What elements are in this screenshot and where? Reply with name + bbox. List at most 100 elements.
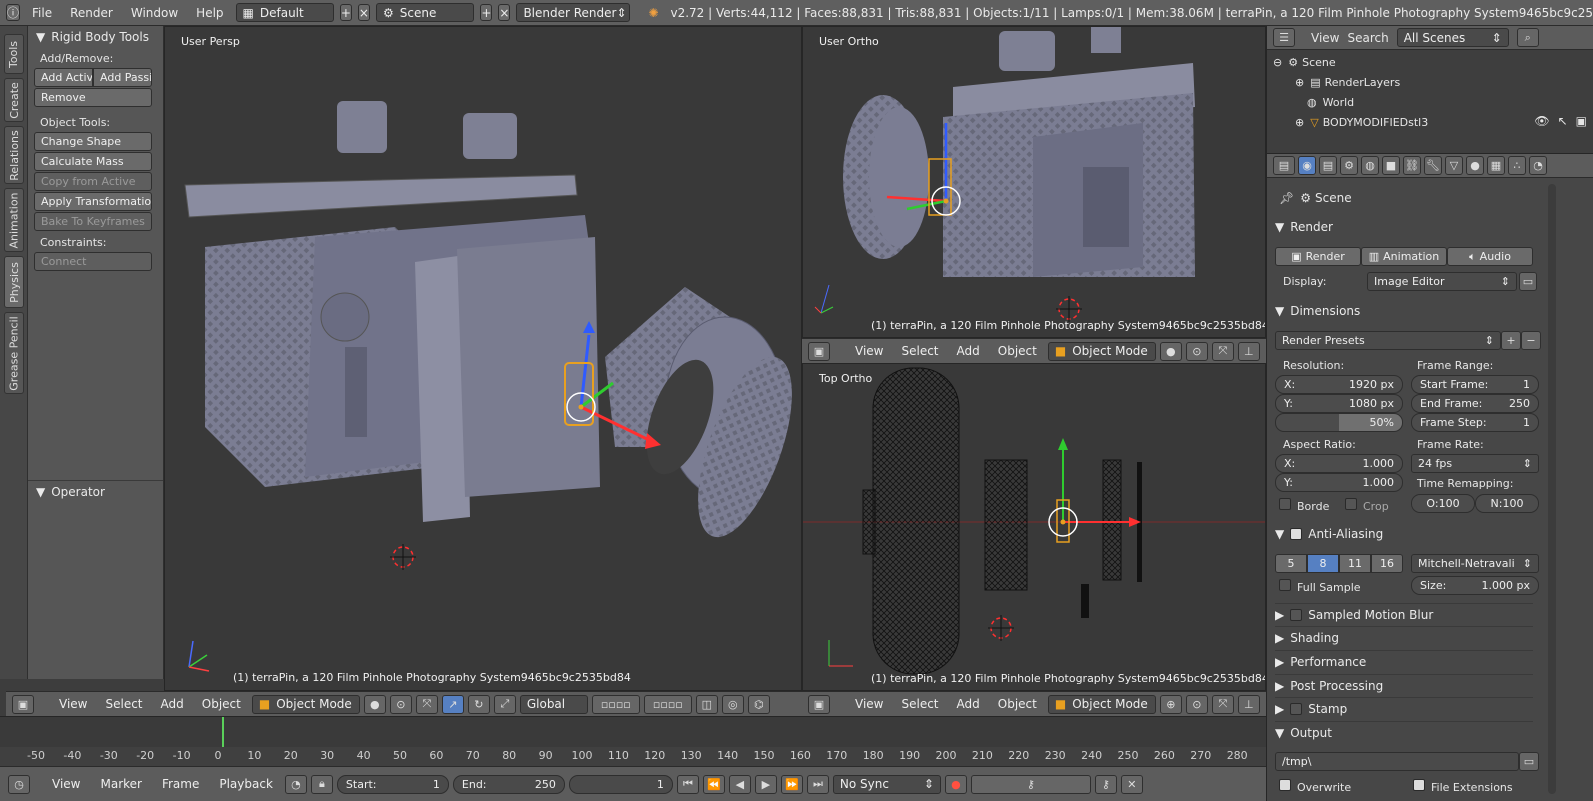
render-layers-tab-icon[interactable]: ▤ (1319, 156, 1337, 175)
end-frame-field[interactable]: End Frame: 250 (1411, 394, 1539, 413)
keying-set-icon[interactable]: ⚷ (970, 774, 1091, 794)
outliner-item-renderlayers[interactable]: ⊕ ▤ RenderLayers (1295, 72, 1585, 92)
menu-object[interactable]: Object (991, 344, 1044, 358)
jump-start-icon[interactable]: ⏮ (676, 774, 699, 794)
filter-size-field[interactable]: Size: 1.000 px (1411, 576, 1539, 595)
layout-selector[interactable]: ▦ Default (235, 3, 334, 22)
render-panel-header[interactable]: ▼ Render (1275, 216, 1533, 238)
visibility-eye-icon[interactable]: 👁︎ (1534, 114, 1549, 128)
layers-icon-2[interactable]: ▫▫▫▫ (643, 694, 692, 714)
insert-keyframe-icon[interactable]: ⚷ (1094, 774, 1117, 794)
record-icon[interactable]: ● (944, 774, 967, 794)
renderable-camera-icon[interactable]: ▣ (1576, 114, 1587, 128)
output-path-field[interactable]: /tmp\ (1275, 752, 1519, 771)
shading-icon[interactable]: ● (1159, 341, 1182, 361)
performance-panel-header[interactable]: ▶ Performance (1275, 650, 1533, 672)
remap-old-field[interactable]: O:100 (1411, 494, 1475, 513)
aa-samples-5[interactable]: 5 (1275, 554, 1307, 573)
info-editor-icon[interactable]: ⓘ (6, 4, 21, 21)
aa-samples-16[interactable]: 16 (1371, 554, 1403, 573)
resolution-y-field[interactable]: Y: 1080 px (1275, 394, 1403, 413)
scale-icon[interactable]: ⤢ (493, 694, 516, 714)
frame-step-field[interactable]: Frame Step: 1 (1411, 413, 1539, 432)
sync-selector[interactable]: No Sync ⇕ (832, 774, 941, 794)
menu-frame[interactable]: Frame (154, 777, 207, 791)
remove-scene-icon[interactable]: × (498, 4, 511, 21)
audio-button[interactable]: 🔈︎ Audio (1447, 247, 1533, 266)
editor-type-icon[interactable]: ☰ (1273, 28, 1295, 47)
viewport-top-ortho[interactable]: Top Ortho (1) terraPin, a 120 Film Pinho… (802, 363, 1266, 691)
apply-transformation-button[interactable]: Apply Transformation (34, 192, 152, 211)
stamp-panel-header[interactable]: ▶ Stamp (1275, 697, 1533, 719)
bake-to-keyframes-button[interactable]: Bake To Keyframes (34, 212, 152, 231)
search-icon[interactable]: ⌕ (1516, 28, 1539, 47)
shading-icon[interactable]: ● (363, 694, 386, 714)
menu-file[interactable]: File (26, 6, 58, 20)
aspect-y-field[interactable]: Y: 1.000 (1275, 473, 1403, 492)
start-frame-field[interactable]: Start: 1 (336, 774, 449, 794)
prev-key-icon[interactable]: ⏪ (702, 774, 725, 794)
translate-icon[interactable]: ↗ (441, 694, 464, 714)
connect-button[interactable]: Connect (34, 252, 152, 271)
sampled-motion-blur-panel-header[interactable]: ▶ Sampled Motion Blur (1275, 603, 1533, 625)
tab-grease-pencil[interactable]: Grease Pencil (4, 312, 24, 394)
preview-range-icon[interactable]: ◔ (284, 774, 307, 794)
texture-tab-icon[interactable]: ▦ (1487, 156, 1505, 175)
mode-selector[interactable]: ■ Object Mode (1047, 341, 1156, 361)
end-frame-field[interactable]: End: 250 (452, 774, 565, 794)
remove-layout-icon[interactable]: × (357, 4, 370, 21)
add-scene-icon[interactable]: + (480, 4, 493, 21)
shading-icon[interactable]: ⊕ (1159, 694, 1182, 714)
resolution-percentage-slider[interactable]: 50% (1275, 413, 1403, 432)
manipulator-toggle-icon[interactable]: ⤧ (1211, 341, 1234, 361)
tab-create[interactable]: Create (4, 78, 24, 122)
axis-icon[interactable]: ⊥ (1237, 341, 1260, 361)
add-active-button[interactable]: Add Activ (34, 68, 93, 87)
crop-checkbox[interactable]: Crop (1345, 498, 1389, 513)
overwrite-checkbox[interactable]: Overwrite (1279, 779, 1351, 794)
border-checkbox[interactable]: Borde (1279, 498, 1329, 513)
menu-select[interactable]: Select (894, 697, 945, 711)
render-preview-icon[interactable]: ◫ (695, 694, 718, 714)
scene-tab-icon[interactable]: ⚙ (1340, 156, 1358, 175)
manipulator-toggle-icon[interactable]: ⤧ (1211, 694, 1234, 714)
motion-blur-checkbox[interactable] (1290, 608, 1303, 621)
orientation-selector[interactable]: Global (519, 694, 588, 714)
menu-select[interactable]: Select (98, 697, 149, 711)
menu-view[interactable]: View (848, 344, 890, 358)
add-layout-icon[interactable]: + (339, 4, 352, 21)
resolution-x-field[interactable]: X: 1920 px (1275, 375, 1403, 394)
editor-type-icon[interactable]: ◷ (8, 774, 30, 794)
constraints-tab-icon[interactable]: ⛓ (1403, 156, 1421, 175)
play-icon[interactable]: ▶ (754, 774, 777, 794)
mode-selector[interactable]: ■ Object Mode (1047, 694, 1156, 714)
operator-panel-header[interactable]: ▼ Operator (28, 480, 163, 502)
menu-select[interactable]: Select (894, 344, 945, 358)
calculate-mass-button[interactable]: Calculate Mass (34, 152, 152, 171)
tab-tools[interactable]: Tools (4, 34, 24, 74)
add-preset-icon[interactable]: + (1501, 331, 1521, 350)
viewport-user-ortho[interactable]: User Ortho (1) terraPin, a 120 Film Pinh… (802, 26, 1266, 338)
aa-samples-11[interactable]: 11 (1339, 554, 1371, 573)
data-tab-icon[interactable]: ▽ (1445, 156, 1463, 175)
layers-icon[interactable]: ▫▫▫▫ (591, 694, 640, 714)
folder-icon[interactable]: ▭ (1519, 752, 1539, 771)
next-key-icon[interactable]: ⏩ (780, 774, 803, 794)
menu-object[interactable]: Object (195, 697, 248, 711)
menu-playback[interactable]: Playback (211, 777, 281, 791)
aa-samples-8[interactable]: 8 (1307, 554, 1339, 573)
full-sample-checkbox[interactable]: Full Sample (1279, 579, 1361, 594)
start-frame-field[interactable]: Start Frame: 1 (1411, 375, 1539, 394)
timeline-area[interactable]: -50 -40 -30 -20 -10 0 10 20 30 40 50 60 70 80 90 100 110… (0, 716, 1266, 766)
display-selector[interactable]: Image Editor ⇕ (1367, 272, 1517, 291)
delete-keyframe-icon[interactable]: ✕ (1120, 774, 1143, 794)
pivot-icon[interactable]: ⊙ (1185, 694, 1208, 714)
stamp-checkbox[interactable] (1290, 702, 1303, 715)
axis-icon[interactable]: ⊥ (1237, 694, 1260, 714)
aa-enable-checkbox[interactable] (1290, 528, 1303, 540)
viewport-user-persp[interactable]: User Persp (1) terraPin, a 120 Film Pinh… (164, 26, 802, 691)
rigid-body-panel-header[interactable]: ▼ Rigid Body Tools (28, 26, 163, 48)
output-panel-header[interactable]: ▼ Output (1275, 721, 1533, 743)
shading-panel-header[interactable]: ▶ Shading (1275, 626, 1533, 648)
play-reverse-icon[interactable]: ◀ (728, 774, 751, 794)
